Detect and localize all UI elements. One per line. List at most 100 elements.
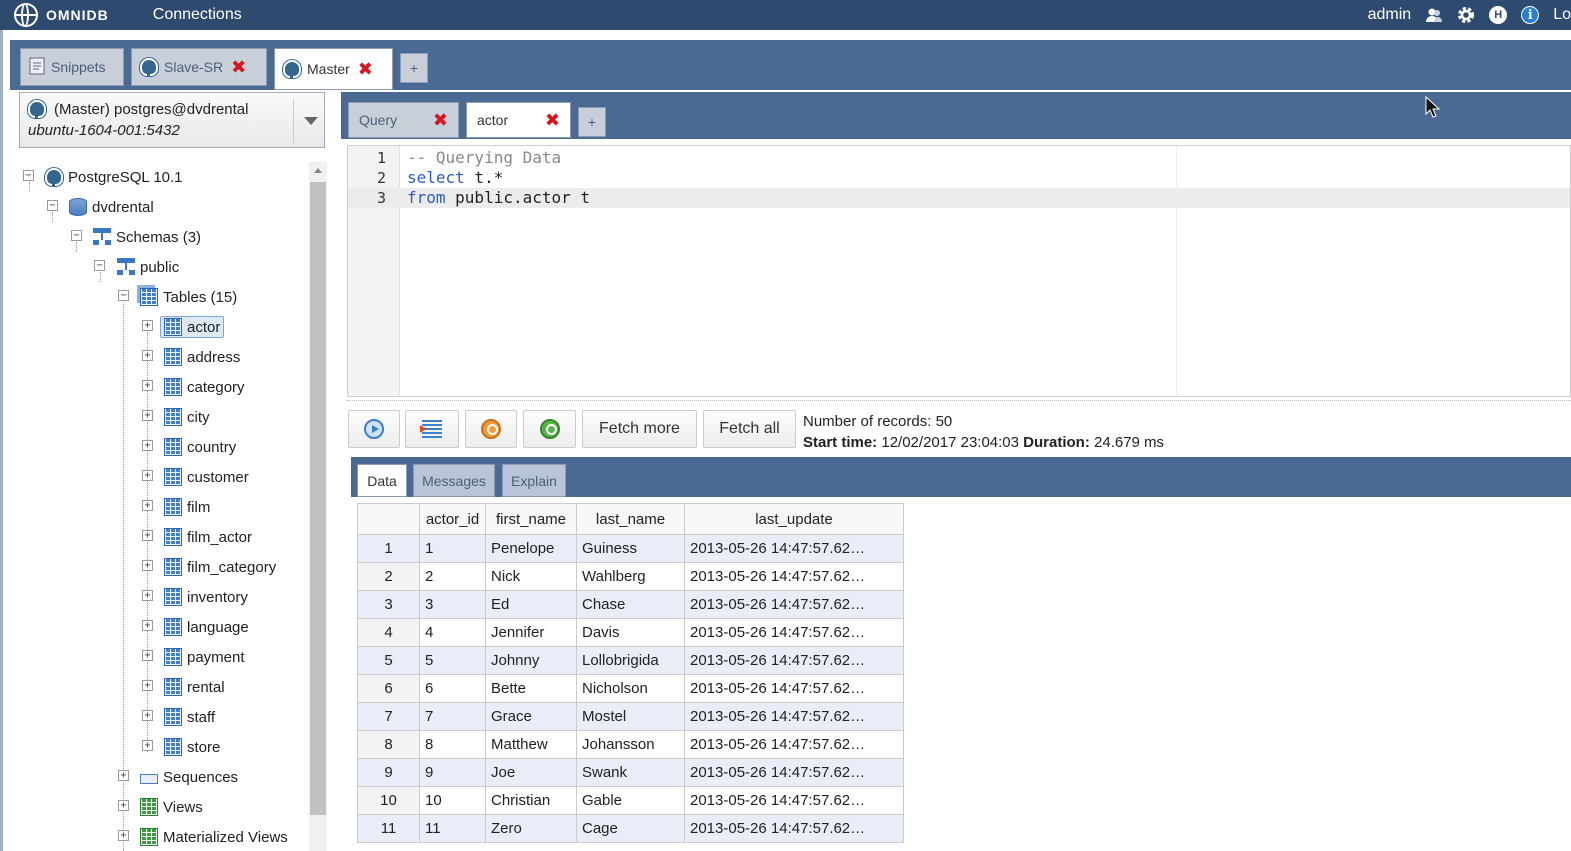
table-row[interactable]: 4 4 Jennifer Davis 2013-05-26 14:47:57.62…	[357, 618, 904, 647]
table-cell[interactable]: Joe	[485, 758, 577, 787]
table-cell[interactable]: Lollobrigida	[576, 646, 685, 675]
table-cell[interactable]: Wahlberg	[576, 562, 685, 591]
tree-node-table[interactable]: country	[164, 435, 236, 459]
close-icon[interactable]: ✖	[231, 58, 246, 76]
expand-toggle[interactable]: +	[142, 350, 153, 361]
tree-node-table[interactable]: film_category	[164, 555, 276, 579]
tree-node-table[interactable]: actor	[160, 315, 225, 339]
collapse-toggle[interactable]: −	[94, 260, 105, 271]
table-cell[interactable]: 6	[419, 674, 486, 703]
table-cell[interactable]: 9	[419, 758, 486, 787]
expand-toggle[interactable]: +	[142, 590, 153, 601]
chevron-down-icon[interactable]	[304, 117, 318, 125]
table-cell[interactable]: 3	[419, 590, 486, 619]
expand-toggle[interactable]: +	[142, 470, 153, 481]
expand-toggle[interactable]: +	[142, 440, 153, 451]
table-cell[interactable]: Swank	[576, 758, 685, 787]
table-cell[interactable]: 2013-05-26 14:47:57.62…	[684, 534, 904, 563]
row-number[interactable]: 10	[357, 786, 420, 815]
tree-node-table[interactable]: payment	[164, 645, 245, 669]
info-icon[interactable]: i	[1521, 6, 1540, 24]
row-number[interactable]: 6	[357, 674, 420, 703]
close-icon[interactable]: ✖	[358, 60, 373, 78]
scroll-thumb[interactable]	[310, 182, 326, 815]
row-number[interactable]: 2	[357, 562, 420, 591]
tab-snippets[interactable]: Snippets	[20, 48, 124, 86]
table-row[interactable]: 7 7 Grace Mostel 2013-05-26 14:47:57.62…	[357, 702, 904, 731]
table-cell[interactable]: Mostel	[576, 702, 685, 731]
table-cell[interactable]: Davis	[576, 618, 685, 647]
tree-node-table[interactable]: address	[164, 345, 240, 369]
table-cell[interactable]: 2013-05-26 14:47:57.62…	[684, 618, 904, 647]
tree-node-table[interactable]: store	[164, 735, 220, 759]
tab-master[interactable]: Master ✖	[274, 48, 393, 90]
column-header[interactable]: actor_id	[419, 503, 486, 535]
expand-toggle[interactable]: +	[118, 770, 129, 781]
tree-node-views[interactable]: Views	[140, 795, 203, 819]
table-cell[interactable]: Guiness	[576, 534, 685, 563]
expand-toggle[interactable]: +	[142, 740, 153, 751]
expand-toggle[interactable]: +	[118, 830, 129, 841]
expand-toggle[interactable]: +	[142, 320, 153, 331]
table-row[interactable]: 3 3 Ed Chase 2013-05-26 14:47:57.62…	[357, 590, 904, 619]
expand-toggle[interactable]: +	[142, 500, 153, 511]
table-cell[interactable]: 2013-05-26 14:47:57.62…	[684, 702, 904, 731]
tree-node-table[interactable]: film	[164, 495, 210, 519]
table-cell[interactable]: 2013-05-26 14:47:57.62…	[684, 730, 904, 759]
table-cell[interactable]: Ed	[485, 590, 577, 619]
add-inner-tab-button[interactable]: +	[578, 107, 606, 137]
collapse-toggle[interactable]: −	[47, 200, 58, 211]
column-header[interactable]: last_update	[684, 503, 904, 535]
expand-toggle[interactable]: +	[142, 620, 153, 631]
connections-menu[interactable]: Connections	[153, 6, 242, 24]
row-number[interactable]: 11	[357, 814, 420, 843]
expand-toggle[interactable]: +	[142, 560, 153, 571]
table-row[interactable]: 5 5 Johnny Lollobrigida 2013-05-26 14:47:57.…	[357, 646, 904, 675]
help-icon[interactable]: H	[1489, 6, 1508, 24]
tab-messages[interactable]: Messages	[413, 464, 495, 497]
collapse-toggle[interactable]: −	[71, 230, 82, 241]
tree-node-materialized-views[interactable]: Materialized Views	[140, 825, 288, 849]
tree-scrollbar[interactable]	[309, 162, 327, 851]
table-row[interactable]: 6 6 Bette Nicholson 2013-05-26 14:47:57.62…	[357, 674, 904, 703]
tree-node-table[interactable]: rental	[164, 675, 225, 699]
expand-toggle[interactable]: +	[142, 650, 153, 661]
table-row[interactable]: 9 9 Joe Swank 2013-05-26 14:47:57.62…	[357, 758, 904, 787]
tab-slave-sr[interactable]: Slave-SR ✖	[131, 48, 267, 86]
editor-resize-handle[interactable]	[347, 400, 1571, 401]
table-cell[interactable]: Cage	[576, 814, 685, 843]
table-cell[interactable]: Bette	[485, 674, 577, 703]
indent-sql-button[interactable]	[405, 410, 459, 448]
table-cell[interactable]: 5	[419, 646, 486, 675]
tree-node-server[interactable]: PostgreSQL 10.1	[45, 165, 183, 189]
table-cell[interactable]: Gable	[576, 786, 685, 815]
close-icon[interactable]: ✖	[433, 111, 448, 129]
table-cell[interactable]: 7	[419, 702, 486, 731]
gear-icon[interactable]	[1457, 6, 1475, 24]
expand-toggle[interactable]: +	[142, 680, 153, 691]
tree-node-table[interactable]: language	[164, 615, 249, 639]
table-cell[interactable]: 2013-05-26 14:47:57.62…	[684, 758, 904, 787]
expand-toggle[interactable]: +	[118, 800, 129, 811]
table-row[interactable]: 11 11 Zero Cage 2013-05-26 14:47:57.62…	[357, 814, 904, 843]
table-cell[interactable]: Jennifer	[485, 618, 577, 647]
table-cell[interactable]: 11	[419, 814, 486, 843]
table-cell[interactable]: Johansson	[576, 730, 685, 759]
table-cell[interactable]: Johnny	[485, 646, 577, 675]
add-outer-tab-button[interactable]: +	[400, 53, 428, 83]
sql-editor[interactable]: 1 -- Querying Data 2 select t.* 3 from p…	[347, 145, 1571, 397]
collapse-toggle[interactable]: −	[23, 170, 34, 181]
connection-selector[interactable]: (Master) postgres@dvdrental ubuntu-1604-…	[19, 92, 325, 148]
run-query-button[interactable]	[348, 410, 400, 448]
tree-node-table[interactable]: customer	[164, 465, 249, 489]
expand-toggle[interactable]: +	[142, 710, 153, 721]
tab-data[interactable]: Data	[357, 464, 407, 497]
table-cell[interactable]: Christian	[485, 786, 577, 815]
explain-button[interactable]	[465, 410, 517, 448]
explain-analyze-button[interactable]	[523, 410, 576, 448]
row-number[interactable]: 1	[357, 534, 420, 563]
fetch-all-button[interactable]: Fetch all	[703, 410, 796, 448]
result-grid[interactable]: actor_id first_name last_name last_updat…	[357, 503, 904, 843]
table-cell[interactable]: Matthew	[485, 730, 577, 759]
table-cell[interactable]: 2013-05-26 14:47:57.62…	[684, 590, 904, 619]
